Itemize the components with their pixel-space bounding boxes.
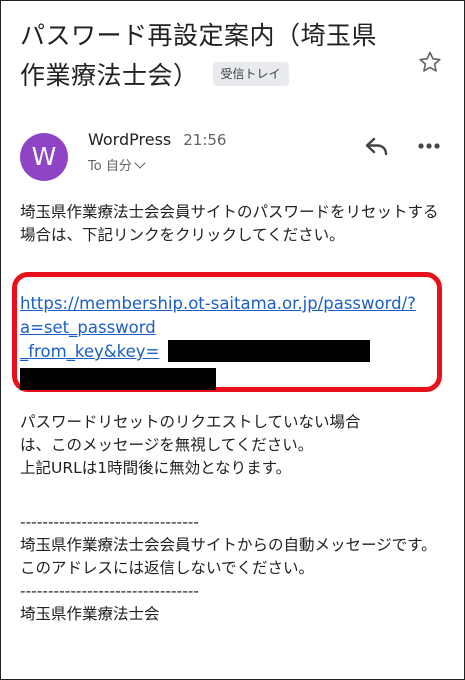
link-line-1: https://membership.ot-saitama.or.jp/pass… — [20, 294, 416, 313]
footer-line-3: 埼玉県作業療法士会 — [20, 605, 160, 623]
sender-avatar: W — [20, 133, 68, 181]
sender-name: WordPress — [88, 130, 172, 149]
star-icon[interactable] — [418, 50, 442, 74]
subject-line-2-text: 作業療法士会） — [20, 61, 199, 90]
notice-line-1: パスワードリセットのリクエストしていない場合 — [20, 413, 361, 431]
redaction-bar — [20, 368, 216, 390]
separator-line: -------------------------------- — [20, 582, 199, 600]
separator-line: -------------------------------- — [20, 513, 199, 531]
notice-line-2: は、このメッセージを無視してください。 — [20, 436, 314, 454]
email-time: 21:56 — [183, 131, 227, 149]
recipient-text: To 自分 — [88, 159, 132, 174]
footer-line-2: このアドレスには返信しないでください。 — [20, 559, 315, 577]
email-intro-text: 埼玉県作業療法士会会員サイトのパスワードをリセットする場合は、下記リンクをクリッ… — [20, 203, 439, 244]
notice-line-3: 上記URLは1時間後に無効となります。 — [20, 459, 292, 477]
inbox-label-badge[interactable]: 受信トレイ — [212, 62, 289, 86]
email-notice-text: パスワードリセットのリクエストしていない場合 は、このメッセージを無視してくださ… — [20, 411, 440, 480]
email-footer: -------------------------------- 埼玉県作業療法… — [20, 511, 440, 626]
subject-line-2: 作業療法士会） 受信トレイ — [20, 56, 400, 96]
more-options-icon[interactable] — [416, 140, 442, 152]
reply-icon[interactable] — [364, 134, 390, 158]
link-line-2: a=set_password — [20, 318, 156, 337]
footer-line-1: 埼玉県作業療法士会会員サイトからの自動メッセージです。 — [20, 536, 437, 554]
recipient-details-toggle[interactable]: To 自分 — [88, 157, 146, 176]
chevron-down-icon — [134, 157, 146, 169]
subject-line-1: パスワード再設定案内（埼玉県 — [20, 21, 378, 50]
redaction-bar — [168, 340, 370, 362]
email-subject: パスワード再設定案内（埼玉県 作業療法士会） 受信トレイ — [20, 16, 400, 96]
sender-line: WordPress 21:56 — [88, 130, 226, 150]
